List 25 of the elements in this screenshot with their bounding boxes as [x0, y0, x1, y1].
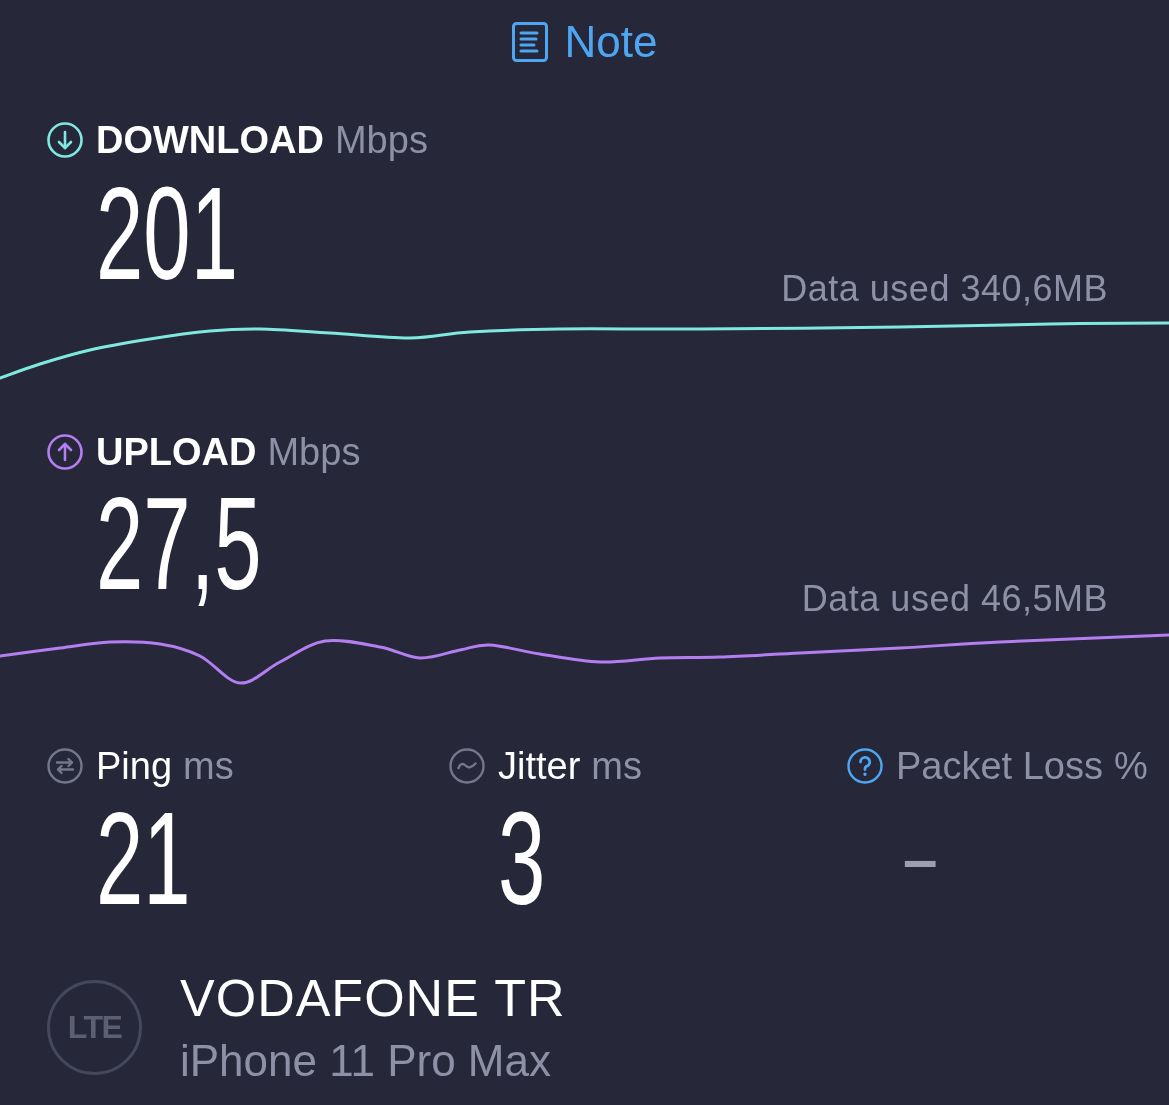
- metric-value: 21: [96, 793, 191, 925]
- data-used-text: Data used 340,6MB: [781, 266, 1108, 310]
- help-icon: [847, 748, 883, 784]
- unit-label: ms: [183, 746, 234, 786]
- unit-label: ms: [591, 746, 642, 786]
- document-icon: [511, 22, 548, 62]
- speed-value: 27,5: [96, 478, 262, 610]
- network-type-badge: LTE: [47, 980, 142, 1075]
- metric-value: –: [903, 823, 938, 895]
- wave-circle-icon: [449, 748, 485, 784]
- carrier-name: VODAFONE TR: [180, 970, 566, 1026]
- metric-label: Jitter: [498, 746, 581, 786]
- metric-value: 3: [498, 793, 546, 925]
- unit-label: %: [1114, 746, 1148, 786]
- metric-label: Ping: [96, 746, 173, 786]
- swap-arrows-icon: [47, 748, 83, 784]
- unit-label: Mbps: [334, 120, 428, 160]
- device-name: iPhone 11 Pro Max: [180, 1035, 551, 1087]
- speed-value: 201: [96, 168, 239, 300]
- data-used-text: Data used 46,5MB: [801, 576, 1108, 620]
- metric-label: Packet Loss: [896, 746, 1103, 786]
- speed-label: UPLOAD: [96, 432, 257, 472]
- note-button[interactable]: Note: [511, 20, 658, 64]
- speed-label: DOWNLOAD: [96, 120, 324, 160]
- unit-label: Mbps: [267, 432, 361, 472]
